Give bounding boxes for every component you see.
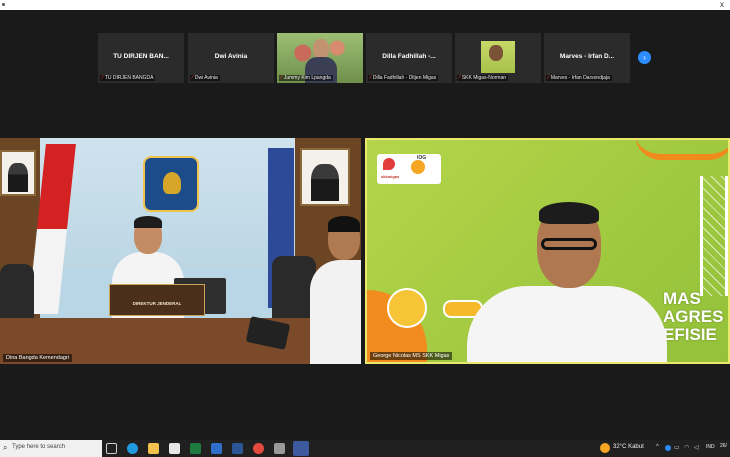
zoom-tray-icon[interactable] <box>665 445 671 451</box>
search-icon: ⌕ <box>3 443 8 452</box>
close-icon[interactable]: x <box>720 0 724 9</box>
participant-label: George Nicolas MS SKK Migas <box>370 352 453 360</box>
participant-name: Marves - Irfan D... <box>559 53 615 60</box>
participant-person <box>290 216 361 364</box>
participant-thumbnail[interactable]: Marves - Irfan D... ⁄ Marves - Irfan Dars… <box>544 33 630 83</box>
network-icon[interactable]: ▭ <box>674 444 680 451</box>
search-input[interactable]: ⌕ Type here to search <box>0 440 102 457</box>
skkmigas-logo-icon <box>383 158 395 170</box>
sponsor-logos: skkmigas IOG <box>377 154 441 184</box>
participant-label: ⁄ SKK Migas-Norman <box>457 75 509 81</box>
decorative-arc <box>635 140 728 160</box>
word-icon[interactable] <box>232 443 243 454</box>
mic-muted-icon: ⁄ <box>370 75 371 81</box>
app-icon[interactable] <box>274 443 285 454</box>
iog-logo-icon <box>411 160 425 174</box>
store-icon[interactable] <box>169 443 180 454</box>
participant-thumbnail[interactable]: ⁄ SKK Migas-Norman <box>455 33 541 83</box>
participant-label: ⁄ Marves - Irfan Darsondjaja <box>546 75 612 81</box>
participant-label: ⁄ Dwi Avinia <box>190 75 220 81</box>
volume-icon[interactable]: ◁ <box>694 444 699 451</box>
clock[interactable]: 26/ <box>720 443 727 449</box>
weather-icon[interactable] <box>600 443 610 453</box>
participant-name: Dilla Fadhillah -... <box>382 53 436 60</box>
ministry-emblem <box>143 156 199 212</box>
mic-muted-icon: ⁄ <box>548 75 549 81</box>
edge-icon[interactable] <box>127 443 138 454</box>
portrait-frame <box>0 150 36 196</box>
portrait-frame <box>300 148 350 206</box>
task-view-icon[interactable] <box>106 443 117 454</box>
weather-text[interactable]: 32°C Kabut <box>613 444 644 450</box>
participant-face <box>313 39 329 59</box>
search-placeholder: Type here to search <box>12 444 66 450</box>
participant-thumbnail[interactable]: Dilla Fadhillah -... ⁄ Dilla Fadhillah - … <box>366 33 452 83</box>
app-icon <box>2 3 5 6</box>
windows-taskbar: ⌕ Type here to search 32°C Kabut ^ ▭ ◠ ◁… <box>0 440 730 457</box>
mic-muted-icon: ⁄ <box>459 75 460 81</box>
participant-name: TU DIRJEN BAN... <box>113 53 169 60</box>
language-indicator[interactable]: IND <box>706 444 715 450</box>
chevron-up-icon[interactable]: ^ <box>656 444 659 450</box>
mic-muted-icon: ⁄ <box>281 75 282 81</box>
zoom-icon[interactable] <box>293 441 309 456</box>
video-tile-left[interactable]: DIREKTUR JENDERAL Dina Bangda Kemendagri <box>0 138 361 364</box>
participant-thumbnail[interactable]: ⁄ Jummy Kim Lpangda <box>277 33 363 83</box>
window-title-bar: x <box>0 0 730 10</box>
participant-person <box>467 198 667 362</box>
excel-icon[interactable] <box>190 443 201 454</box>
next-page-button[interactable]: › <box>638 51 651 64</box>
chrome-icon[interactable] <box>253 443 264 454</box>
participant-thumbnail[interactable]: TU DIRJEN BAN... ⁄ TU DIRJEN BANGDA <box>98 33 184 83</box>
participant-face <box>489 45 503 61</box>
slide-text: MAS AGRES EFISIE <box>663 289 724 344</box>
mic-muted-icon: ⁄ <box>102 75 103 81</box>
wifi-icon[interactable]: ◠ <box>684 444 689 451</box>
participant-thumbnail[interactable]: Dwi Avinia ⁄ Dwi Avinia <box>188 33 274 83</box>
participant-label: Dina Bangda Kemendagri <box>3 354 72 362</box>
video-tile-active-speaker[interactable]: skkmigas IOG MAS AGRES EFISIE George Nic… <box>365 138 730 364</box>
storage-tank-icon <box>387 288 427 328</box>
file-explorer-icon[interactable] <box>148 443 159 454</box>
logo-text: skkmigas <box>381 174 400 179</box>
participant-label: ⁄ Dilla Fadhillah - Ditjen Migas <box>368 75 439 81</box>
oil-rig-icon <box>700 176 728 296</box>
participant-label: ⁄ TU DIRJEN BANGDA <box>100 75 156 81</box>
zoom-meeting-screen: x TU DIRJEN BAN... ⁄ TU DIRJEN BANGDA Dwi… <box>0 0 730 457</box>
logo-text: IOG <box>417 155 427 161</box>
participant-label: ⁄ Jummy Kim Lpangda <box>279 75 333 81</box>
participant-name: Dwi Avinia <box>214 53 248 60</box>
mic-muted-icon: ⁄ <box>192 75 193 81</box>
nameplate: DIREKTUR JENDERAL <box>109 284 205 316</box>
mail-icon[interactable] <box>211 443 222 454</box>
